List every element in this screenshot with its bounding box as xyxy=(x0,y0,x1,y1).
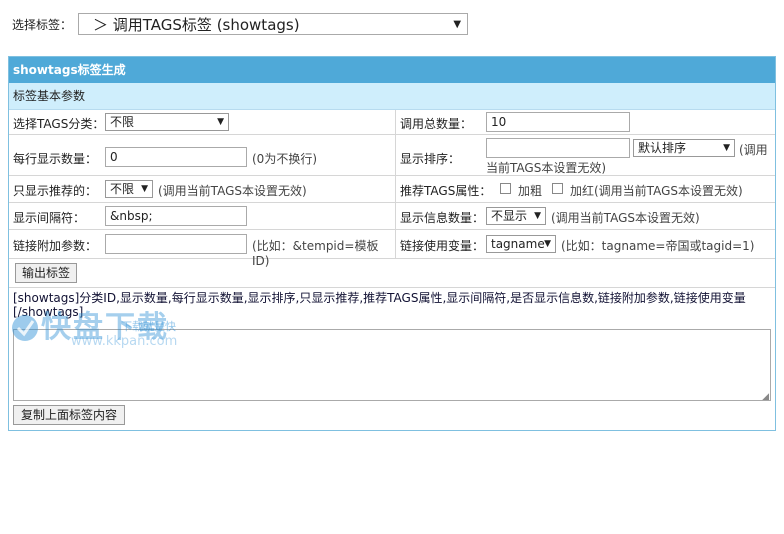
resize-handle-icon[interactable]: ◢ xyxy=(762,392,769,402)
tag-selector-row: 选择标签： ＞ 调用TAGS标签 (showtags) ▼ xyxy=(12,12,469,36)
output-row: 输出标签 xyxy=(9,259,775,288)
sort-label: 显示排序： xyxy=(400,152,461,166)
red-checkbox[interactable] xyxy=(552,183,563,194)
info-count-value: 不显示 xyxy=(491,209,528,223)
chevron-down-icon: ▼ xyxy=(141,184,148,194)
info-count-note: (调用当前TAGS本设置无效) xyxy=(551,211,700,225)
recommended-only-note: (调用当前TAGS本设置无效) xyxy=(158,184,307,198)
per-row-count-label: 每行显示数量： xyxy=(13,152,98,166)
per-row-note: (0为不换行) xyxy=(252,152,317,166)
tags-category-select[interactable]: 不限 ▼ xyxy=(105,113,229,131)
recommended-only-select[interactable]: 不限 ▼ xyxy=(105,180,153,198)
info-count-label: 显示信息数量： xyxy=(400,211,485,225)
separator-label: 显示间隔符： xyxy=(13,211,86,225)
link-variable-value: tagname xyxy=(491,237,545,251)
sort-note-part2: 当前TAGS本设置无效) xyxy=(486,161,606,175)
template-line-1: [showtags]分类ID,显示数量,每行显示数量,显示排序,只显示推荐,推荐… xyxy=(13,291,746,305)
tags-category-label: 选择TAGS分类： xyxy=(13,117,105,131)
tags-category-value: 不限 xyxy=(110,115,135,129)
param-row-5: 链接附加参数： (比如：&tempid=模板ID) 链接使用变量： tagnam… xyxy=(9,230,775,268)
copy-tag-button[interactable]: 复制上面标签内容 xyxy=(13,405,125,425)
output-tag-button[interactable]: 输出标签 xyxy=(15,263,77,283)
info-count-select[interactable]: 不显示 ▼ xyxy=(486,207,546,225)
sort-order-value: 默认排序 xyxy=(638,141,687,155)
recommended-only-label: 只显示推荐的： xyxy=(13,184,98,198)
link-variable-select[interactable]: tagname ▼ xyxy=(486,235,556,253)
tag-output-textarea[interactable]: ◢ xyxy=(13,329,771,402)
recommended-only-value: 不限 xyxy=(110,182,135,196)
total-count-input[interactable]: 10 xyxy=(486,112,630,132)
chevron-down-icon: ▼ xyxy=(217,117,224,127)
link-variable-label: 链接使用变量： xyxy=(400,239,485,253)
chevron-down-icon: ▼ xyxy=(534,211,541,221)
link-params-label: 链接附加参数： xyxy=(13,239,98,253)
bold-checkbox[interactable] xyxy=(500,183,511,194)
link-params-input[interactable] xyxy=(105,234,247,254)
recommended-attr-label: 推荐TAGS属性： xyxy=(400,184,492,198)
red-checkbox-label: 加红(调用当前TAGS本设置无效) xyxy=(570,184,743,198)
sort-input[interactable] xyxy=(486,138,630,158)
chevron-down-icon: ▼ xyxy=(453,18,462,30)
param-row-3: 只显示推荐的： 不限 ▼ (调用当前TAGS本设置无效) 推荐TAGS属性： 加… xyxy=(9,176,775,203)
total-count-label: 调用总数量： xyxy=(400,117,473,131)
chevron-down-icon: ▼ xyxy=(723,143,730,153)
link-variable-note: (比如：tagname=帝国或tagid=1) xyxy=(561,239,755,253)
param-row-2: 每行显示数量： 0 (0为不换行) 显示排序： 默认排序 ▼ (调用 当前TAG… xyxy=(9,135,775,176)
tag-type-select[interactable]: ＞ 调用TAGS标签 (showtags) ▼ xyxy=(78,13,469,35)
tag-selector-label: 选择标签： xyxy=(12,17,73,32)
bold-checkbox-label: 加粗 xyxy=(518,184,543,198)
param-row-1: 选择TAGS分类： 不限 ▼ 调用总数量： 10 xyxy=(9,110,775,135)
panel-header: showtags标签生成 xyxy=(9,57,775,83)
template-text: [showtags]分类ID,显示数量,每行显示数量,显示排序,只显示推荐,推荐… xyxy=(13,291,753,319)
chevron-down-icon: ▼ xyxy=(544,239,551,249)
param-row-4: 显示间隔符： &nbsp; 显示信息数量： 不显示 ▼ (调用当前TAGS本设置… xyxy=(9,203,775,230)
showtags-generator-panel: showtags标签生成 标签基本参数 选择TAGS分类： 不限 ▼ 调用总数量… xyxy=(8,56,776,431)
sort-order-select[interactable]: 默认排序 ▼ xyxy=(633,139,735,157)
per-row-count-input[interactable]: 0 xyxy=(105,147,247,167)
sort-note-part1: (调用 xyxy=(739,143,768,157)
section-title: 标签基本参数 xyxy=(9,83,775,110)
tag-type-selected-value: ＞ 调用TAGS标签 (showtags) xyxy=(93,15,300,34)
separator-input[interactable]: &nbsp; xyxy=(105,206,247,226)
template-line-2: [/showtags] xyxy=(13,305,84,319)
